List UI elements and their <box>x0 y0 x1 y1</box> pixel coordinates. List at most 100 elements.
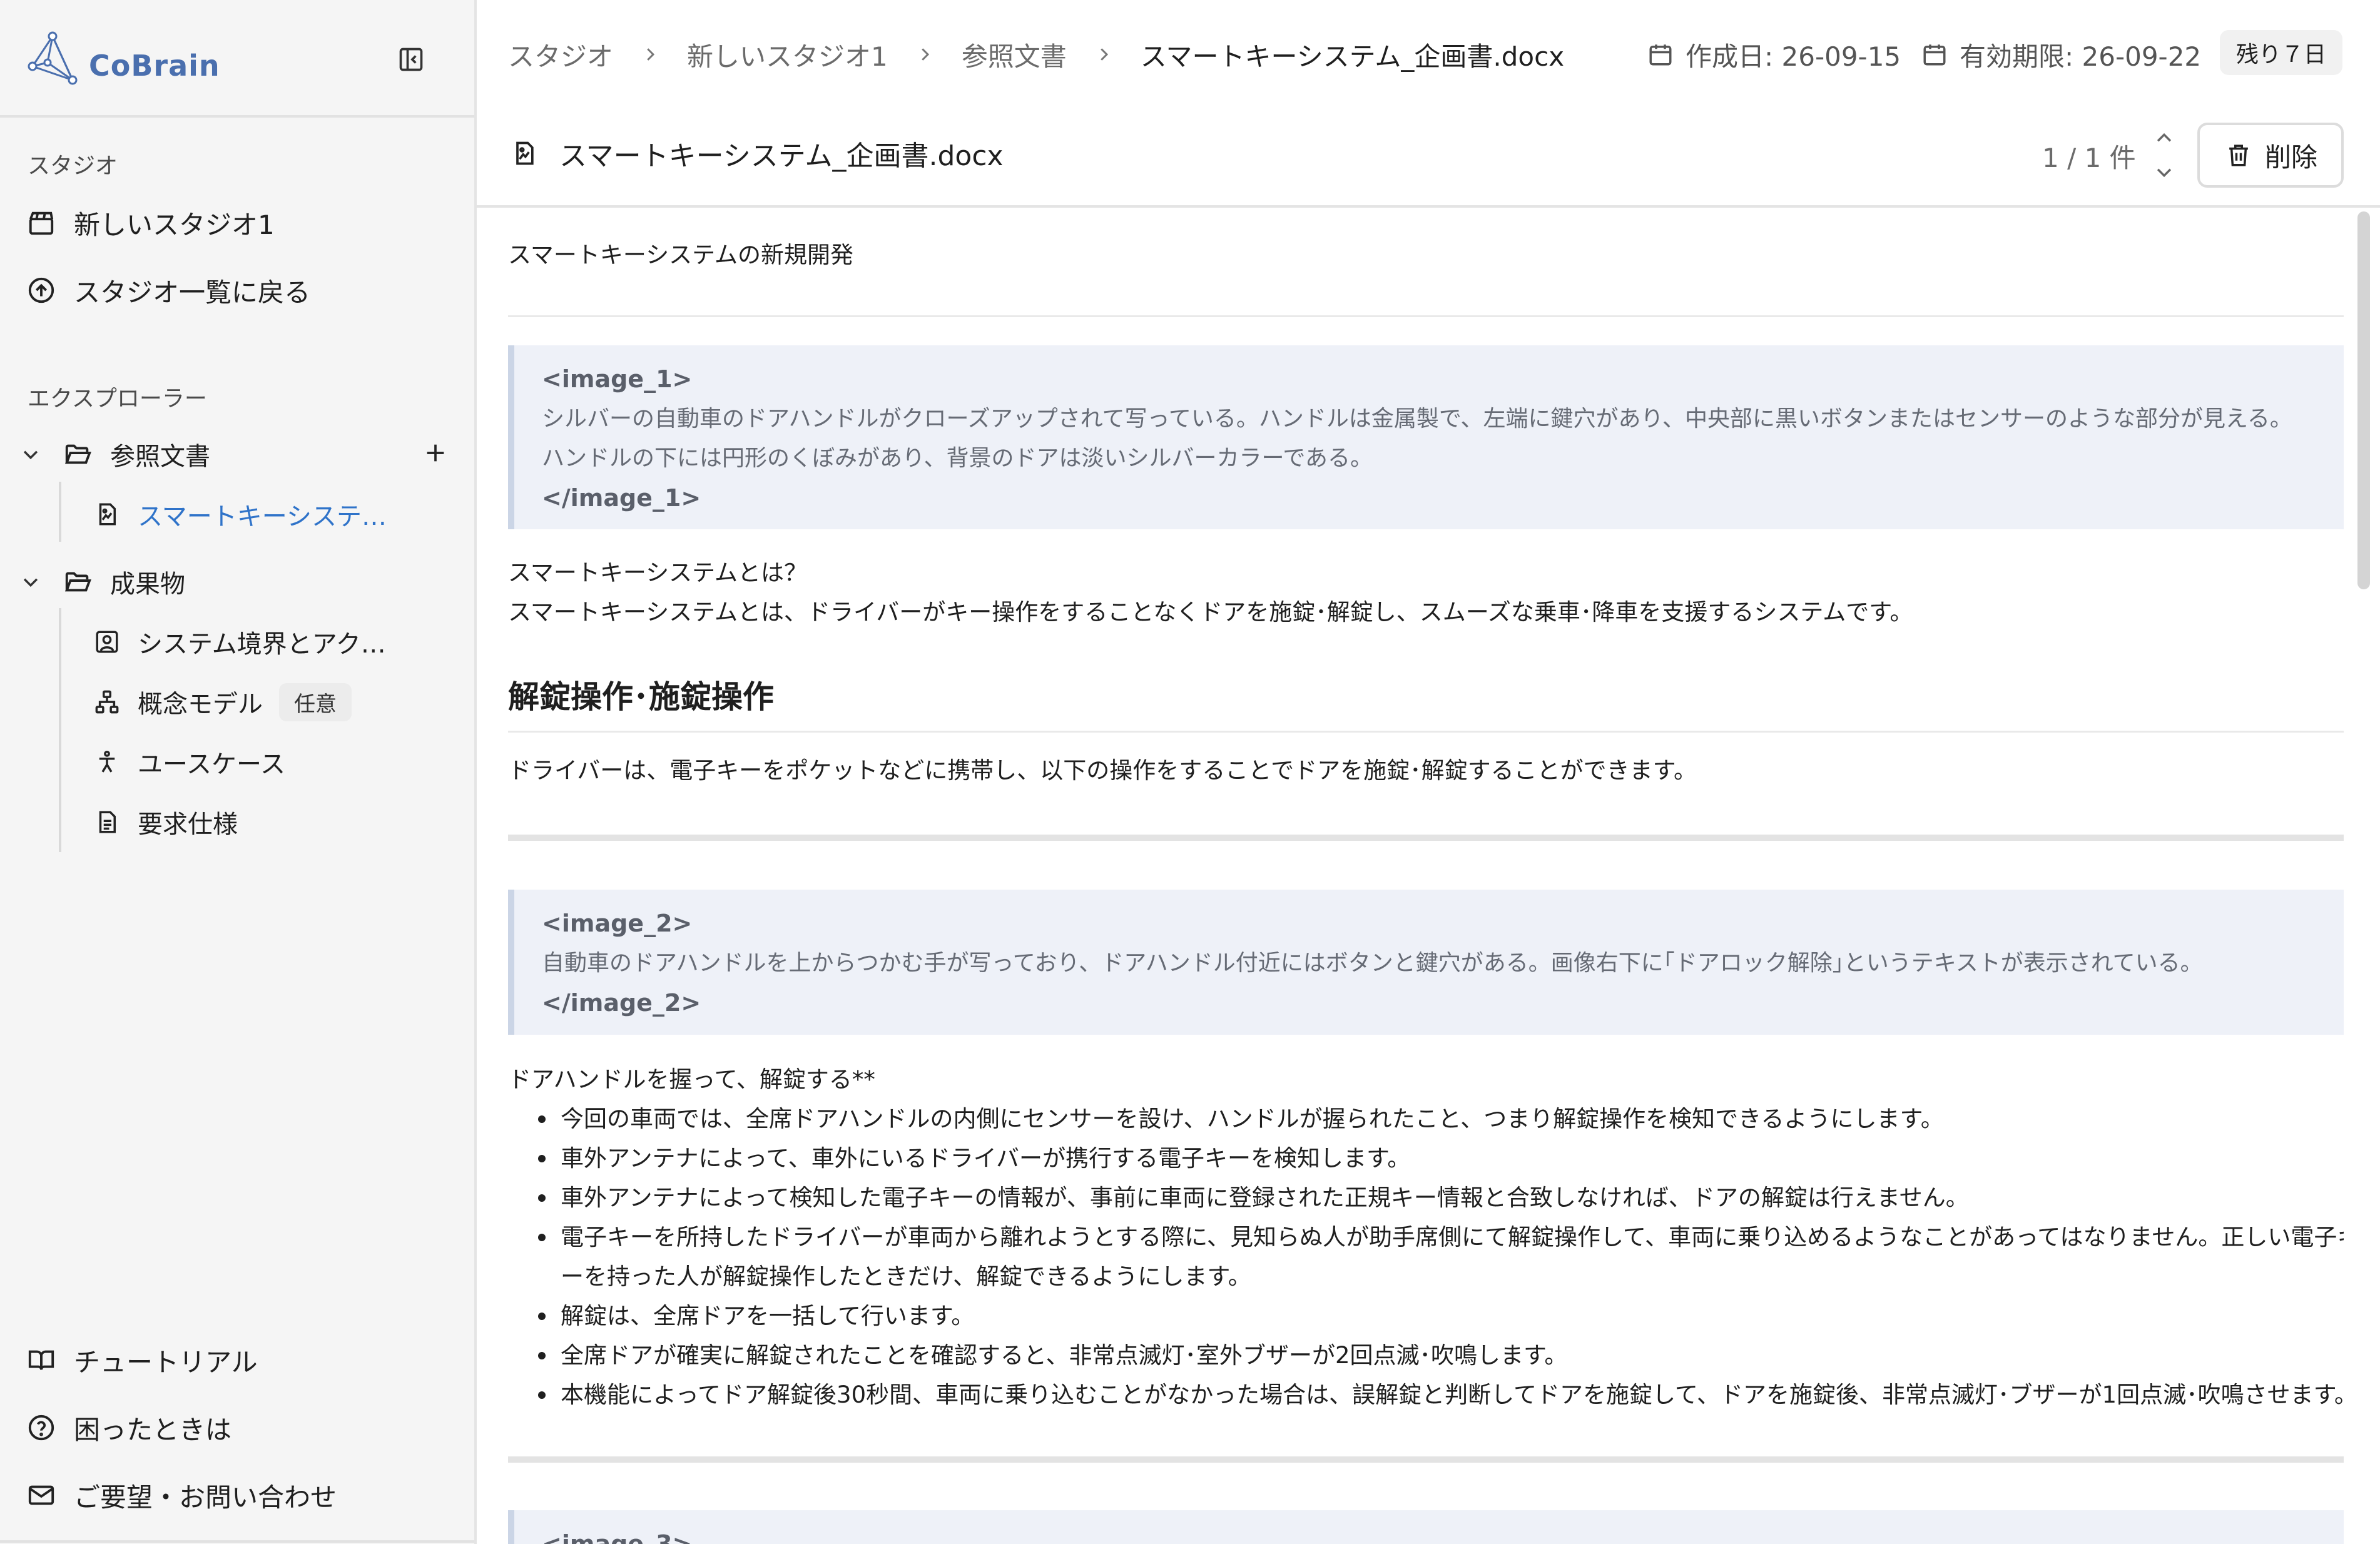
person-icon <box>91 746 123 778</box>
created-date: 作成日: 26-09-15 <box>1645 33 1901 76</box>
section-divider <box>508 315 2344 317</box>
sidebar-item-tutorial[interactable]: チュートリアル <box>25 1335 258 1385</box>
doc-paragraph: スマートキーシステムとは？ <box>508 559 808 586</box>
trash-icon <box>2224 140 2254 170</box>
image-tag-open: <image_1> <box>542 365 693 393</box>
horizontal-rule <box>508 1456 2344 1463</box>
folder-reference-docs[interactable]: 参照文書 <box>16 429 210 479</box>
chevron-right-icon <box>1094 45 1113 64</box>
doc-paragraph: ドアハンドルを握って、解錠する** <box>508 1066 875 1093</box>
tree-guide-line <box>59 482 61 542</box>
sidebar-header: CoBrain <box>0 0 474 118</box>
document-image-icon <box>508 137 541 170</box>
days-remaining-badge: 残り７日 <box>2220 30 2343 75</box>
list-item: 今回の車両では、全席ドアハンドルの内側にセンサーを設け、ハンドルが握られたこと、… <box>508 1099 2344 1139</box>
image-tag-open: <image_2> <box>542 910 693 937</box>
tree-item-smartkey-doc[interactable]: スマートキーシステ… <box>91 489 387 539</box>
folder-label: 成果物 <box>110 570 185 599</box>
heading-underline <box>508 731 2344 733</box>
image-tag-close: </image_1> <box>542 484 701 512</box>
content-scrollbar[interactable] <box>2357 211 2370 589</box>
tree-item-system-boundary[interactable]: システム境界とアク… <box>91 617 386 667</box>
sidebar-item-label: ご要望・お問い合わせ <box>74 1481 337 1513</box>
breadcrumb: スタジオ 新しいスタジオ1 参照文書 スマートキーシステム_企画書.docx <box>508 33 1564 76</box>
user-square-icon <box>91 626 123 658</box>
tree-item-label: ユースケース <box>138 750 285 779</box>
folder-open-icon <box>61 438 94 470</box>
expiry-date: 有効期限: 26-09-22 <box>1920 33 2201 76</box>
expiry-date-text: 有効期限: 26-09-22 <box>1960 41 2202 72</box>
chevron-right-icon <box>915 45 934 64</box>
optional-badge: 任意 <box>279 683 352 721</box>
list-item: 電子キーを所持したドライバーが車両から離れようとする際に、見知らぬ人が助手席側に… <box>508 1217 2344 1296</box>
chevron-down-icon <box>16 440 45 469</box>
tree-item-use-case[interactable]: ユースケース <box>91 737 285 787</box>
tree-item-label: 概念モデル <box>138 690 263 719</box>
tree-item-label: 要求仕様 <box>138 810 238 839</box>
help-circle-icon <box>25 1411 58 1444</box>
folder-deliverables[interactable]: 成果物 <box>16 557 185 607</box>
doc-intro: スマートキーシステムの新規開発 <box>508 241 854 268</box>
doc-paragraph: ドライバーは、電子キーをポケットなどに携帯し、以下の操作をすることでドアを施錠･… <box>508 757 1697 784</box>
delete-button[interactable]: 削除 <box>2197 123 2344 188</box>
sidebar-item-help[interactable]: 困ったときは <box>25 1403 231 1453</box>
list-item: 全席ドアが確実に解錠されたことを確認すると、非常点滅灯･室外ブザーが2回点滅･吹… <box>508 1336 2344 1375</box>
document-title: スマートキーシステム_企画書.docx <box>559 140 1004 172</box>
list-item: 本機能によってドア解錠後30秒間、車両に乗り込むことがなかった場合は、誤解錠と判… <box>508 1375 2344 1414</box>
add-reference-doc-button[interactable] <box>418 435 453 470</box>
sidebar-item-label: 困ったときは <box>74 1414 232 1445</box>
tree-item-label: システム境界とアク… <box>138 630 386 659</box>
breadcrumb-item-studio[interactable]: スタジオ <box>508 36 613 74</box>
tree-item-label: スマートキーシステ… <box>138 502 387 531</box>
book-icon <box>25 1344 58 1376</box>
sidebar: CoBrain スタジオ 新しいスタジオ1 スタジオ一覧に戻る エクスプローラー… <box>0 0 477 1544</box>
image-tag-open: <image_3> <box>542 1530 693 1544</box>
document-title-bar: スマートキーシステム_企画書.docx <box>508 125 1004 181</box>
breadcrumb-current: スマートキーシステム_企画書.docx <box>1140 41 1565 72</box>
explorer-section-label: エクスプローラー <box>28 386 207 412</box>
plus-icon <box>427 444 444 462</box>
document-image-icon <box>91 499 123 530</box>
clapperboard-icon <box>25 206 58 239</box>
tree-item-requirements[interactable]: 要求仕様 <box>91 797 238 847</box>
next-page-button[interactable] <box>2149 156 2180 188</box>
image-description-line: シルバーの自動車のドアハンドルがクローズアップされて写っている。ハンドルは金属製… <box>542 406 2292 432</box>
main-panel: スタジオ 新しいスタジオ1 参照文書 スマートキーシステム_企画書.docx 作… <box>477 0 2380 1544</box>
image-tag-close: </image_2> <box>542 989 701 1017</box>
sidebar-item-contact[interactable]: ご要望・お問い合わせ <box>25 1470 337 1520</box>
sidebar-item-new-studio[interactable]: 新しいスタジオ1 <box>25 198 275 248</box>
breadcrumb-item-reference-docs[interactable]: 参照文書 <box>962 36 1067 74</box>
folder-label: 参照文書 <box>110 442 210 471</box>
chevron-up-icon <box>2157 133 2172 142</box>
sidebar-collapse-button[interactable] <box>395 44 427 75</box>
image-description-block: <image_1> シルバーの自動車のドアハンドルがクローズアップされて写ってい… <box>508 345 2344 529</box>
tree-guide-line <box>59 608 61 852</box>
chevron-right-icon <box>641 45 659 64</box>
folder-open-icon <box>61 566 94 598</box>
app-name: CoBrain <box>89 49 220 83</box>
horizontal-rule <box>508 835 2344 841</box>
circle-arrow-up-icon <box>25 274 58 307</box>
image-description-block: <image_2> 自動車のドアハンドルを上からつかむ手が写っており、ドアハンド… <box>508 890 2344 1035</box>
list-item-line: ーを持った人が解錠操作したときだけ、解錠できるようにします。 <box>561 1263 1251 1290</box>
breadcrumb-item-new-studio[interactable]: 新しいスタジオ1 <box>687 36 888 74</box>
sidebar-item-label: チュートリアル <box>74 1346 258 1378</box>
previous-page-button[interactable] <box>2149 123 2180 154</box>
mail-icon <box>25 1479 58 1511</box>
studio-section-label: スタジオ <box>28 153 118 179</box>
delete-button-label: 削除 <box>2264 142 2317 172</box>
chevron-down-icon <box>16 567 45 596</box>
image-description-block: <image_3> <box>508 1510 2344 1544</box>
created-date-text: 作成日: 26-09-15 <box>1686 41 1901 72</box>
list-item-line: 電子キーを所持したドライバーが車両から離れようとする際に、見知らぬ人が助手席側に… <box>561 1224 2344 1251</box>
tree-item-conceptual-model[interactable]: 概念モデル 任意 <box>91 677 352 727</box>
calendar-icon <box>1645 39 1676 69</box>
app-window: CoBrain スタジオ 新しいスタジオ1 スタジオ一覧に戻る エクスプローラー… <box>0 0 2380 1544</box>
file-text-icon <box>91 806 123 838</box>
bullet-list: 今回の車両では、全席ドアハンドルの内側にセンサーを設け、ハンドルが握られたこと、… <box>508 1099 2344 1414</box>
document-content: スマートキーシステムの新規開発 <image_1> シルバーの自動車のドアハンド… <box>508 208 2344 1544</box>
image-description-line: ハンドルの下には円形のくぼみがあり、背景のドアは淡いシルバーカラーである。 <box>542 445 1373 471</box>
doc-paragraph: スマートキーシステムとは、ドライバーがキー操作をすることなくドアを施錠･解錠し、… <box>508 599 1913 626</box>
sidebar-item-back-to-studios[interactable]: スタジオ一覧に戻る <box>25 265 310 315</box>
network-icon <box>91 686 123 718</box>
